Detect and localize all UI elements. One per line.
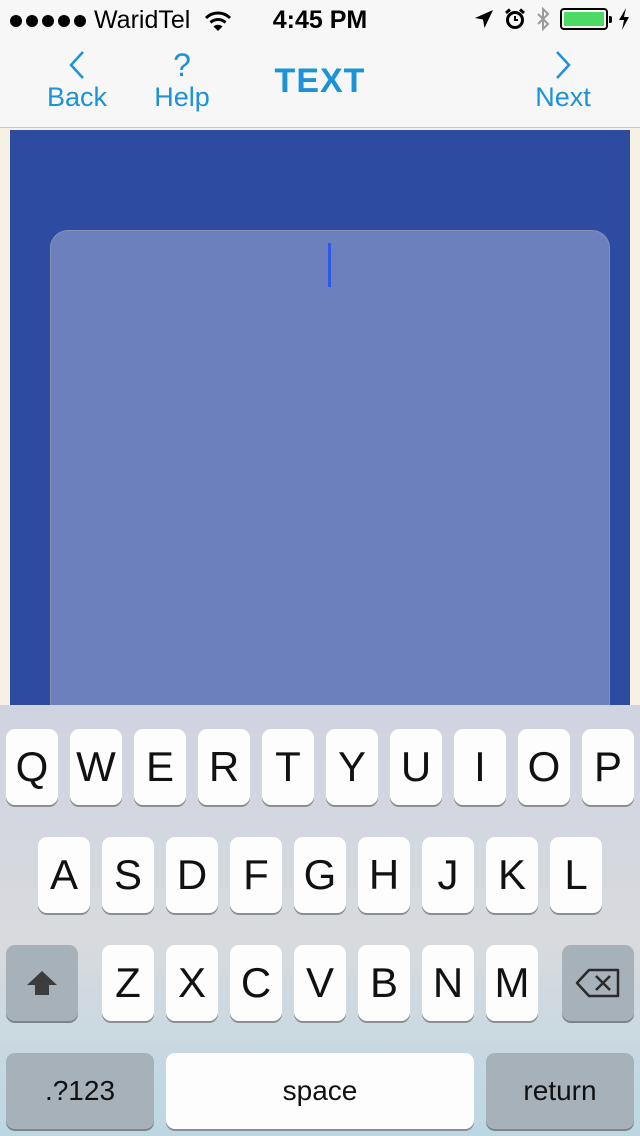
charging-icon — [619, 8, 629, 30]
key-f[interactable]: F — [230, 837, 282, 913]
key-l[interactable]: L — [550, 837, 602, 913]
content-panel — [10, 130, 630, 750]
key-t[interactable]: T — [262, 729, 314, 805]
backspace-icon — [575, 968, 620, 998]
return-key[interactable]: return — [486, 1053, 634, 1129]
key-j[interactable]: J — [422, 837, 474, 913]
key-a[interactable]: A — [38, 837, 90, 913]
location-icon — [475, 10, 493, 28]
battery-level — [564, 12, 604, 26]
key-x[interactable]: X — [166, 945, 218, 1021]
keyboard: Q W E R T Y U I O P A S D F G H J K L Z … — [0, 705, 640, 1136]
key-i[interactable]: I — [454, 729, 506, 805]
key-g[interactable]: G — [294, 837, 346, 913]
key-w[interactable]: W — [70, 729, 122, 805]
key-c[interactable]: C — [230, 945, 282, 1021]
help-button[interactable]: ? Help — [150, 48, 214, 113]
battery-icon — [560, 8, 612, 30]
next-button[interactable]: Next — [530, 48, 596, 113]
key-q[interactable]: Q — [6, 729, 58, 805]
key-e[interactable]: E — [134, 729, 186, 805]
key-k[interactable]: K — [486, 837, 538, 913]
space-key[interactable]: space — [166, 1053, 474, 1129]
delete-key[interactable] — [562, 945, 634, 1021]
chevron-left-icon — [62, 48, 92, 82]
key-p[interactable]: P — [582, 729, 634, 805]
shift-key[interactable] — [6, 945, 78, 1021]
key-o[interactable]: O — [518, 729, 570, 805]
key-h[interactable]: H — [358, 837, 410, 913]
question-mark-icon: ? — [173, 47, 191, 83]
key-u[interactable]: U — [390, 729, 442, 805]
chevron-right-icon — [548, 48, 578, 82]
status-bar: WaridTel 4:45 PM — [0, 0, 640, 40]
key-s[interactable]: S — [102, 837, 154, 913]
key-b[interactable]: B — [358, 945, 410, 1021]
bluetooth-icon — [537, 7, 550, 31]
back-button[interactable]: Back — [42, 48, 112, 113]
numbers-key[interactable]: .?123 — [6, 1053, 154, 1129]
key-r[interactable]: R — [198, 729, 250, 805]
text-input-area[interactable] — [50, 230, 610, 750]
key-m[interactable]: M — [486, 945, 538, 1021]
text-caret — [328, 243, 331, 287]
alarm-icon — [505, 8, 525, 29]
nav-bar: Back ? Help TEXT Next — [0, 40, 640, 128]
status-right — [474, 7, 630, 31]
key-n[interactable]: N — [422, 945, 474, 1021]
key-y[interactable]: Y — [326, 729, 378, 805]
key-d[interactable]: D — [166, 837, 218, 913]
key-v[interactable]: V — [294, 945, 346, 1021]
key-z[interactable]: Z — [102, 945, 154, 1021]
back-label: Back — [46, 82, 108, 112]
shift-arrow-icon — [27, 971, 57, 995]
help-label: Help — [154, 82, 210, 112]
next-label: Next — [535, 82, 591, 112]
